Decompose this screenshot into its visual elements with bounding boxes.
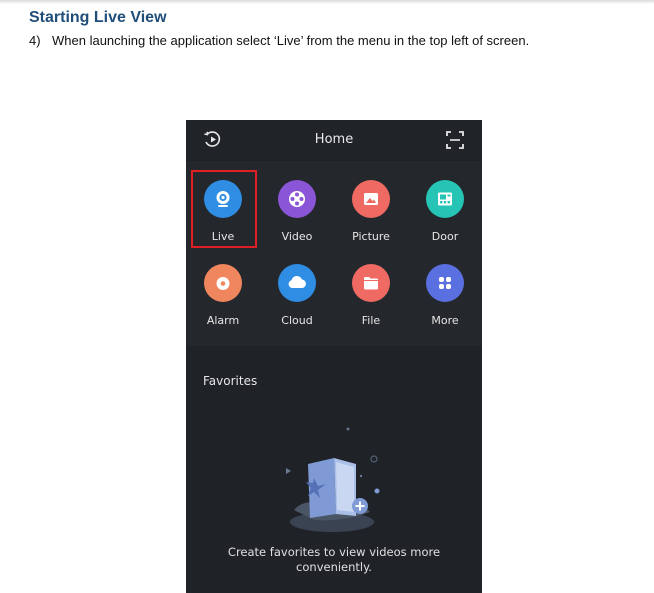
cloud-icon [278, 264, 316, 302]
menu-item-label: Alarm [206, 314, 240, 327]
image-icon [352, 180, 390, 218]
live-highlight-box [191, 170, 257, 248]
film-reel-icon [278, 180, 316, 218]
instruction-step: 4) When launching the application select … [29, 33, 529, 48]
menu-item-label: Video [281, 230, 313, 243]
favorites-empty-message: Create favorites to view videos more con… [227, 545, 441, 574]
menu-item-door[interactable]: Door [408, 161, 482, 243]
menu-item-file[interactable]: File [334, 245, 408, 327]
menu-item-label: File [361, 314, 381, 327]
menu-item-alarm[interactable]: Alarm [186, 245, 260, 327]
step-text: When launching the application select ‘L… [52, 33, 530, 48]
menu-item-more[interactable]: More [408, 245, 482, 327]
alarm-icon [204, 264, 242, 302]
menu-item-label: Cloud [281, 314, 313, 327]
section-heading: Starting Live View [29, 9, 167, 26]
folder-icon [352, 264, 390, 302]
door-panel-icon [426, 180, 464, 218]
menu-item-label: Door [431, 230, 459, 243]
menu-item-label: More [431, 314, 459, 327]
app-screenshot: Home Live Video Picture Door Alarm Cloud… [186, 120, 482, 593]
favorites-panel: Favorites Create favorites to view video… [186, 350, 482, 593]
menu-item-picture[interactable]: Picture [334, 161, 408, 243]
page-top-divider [0, 0, 654, 4]
menu-item-cloud[interactable]: Cloud [260, 245, 334, 327]
grid-dots-icon [426, 264, 464, 302]
scan-icon[interactable] [445, 130, 465, 154]
empty-favorites-illustration [286, 427, 380, 532]
step-number: 4) [29, 33, 41, 48]
menu-item-video[interactable]: Video [260, 161, 334, 243]
menu-item-label: Picture [352, 230, 390, 243]
app-header: Home [186, 120, 482, 160]
app-title: Home [314, 132, 354, 147]
favorites-title: Favorites [203, 374, 258, 388]
